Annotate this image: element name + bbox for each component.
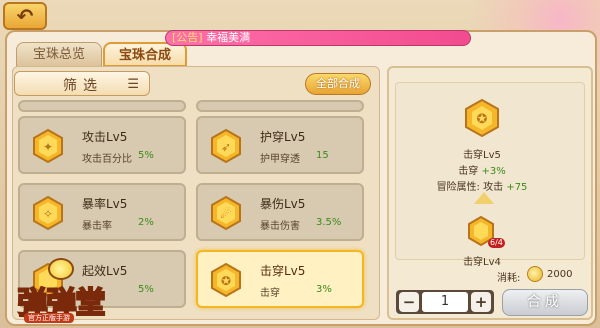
filter-label: 筛选 bbox=[63, 78, 103, 94]
adventure-value: +75 bbox=[506, 182, 528, 193]
game-logo: 弹弹堂 官方正版手游 bbox=[2, 258, 120, 326]
target-gem-stat: 击穿 +3% bbox=[432, 162, 532, 177]
target-stat-value: +3% bbox=[481, 166, 506, 177]
quantity-value[interactable]: 1 bbox=[422, 292, 468, 312]
pierce-gem-icon: ➶ bbox=[208, 128, 244, 164]
back-button[interactable]: ↶ bbox=[3, 2, 47, 30]
arrow-up-icon bbox=[474, 192, 494, 204]
gem-card[interactable]: ☄ 暴伤Lv5 暴击伤害 3.5% bbox=[196, 183, 364, 241]
gem-attr: 暴击率 bbox=[82, 221, 112, 232]
gem-value: 15 bbox=[316, 150, 329, 161]
breach-gem-icon: ✪ bbox=[208, 262, 244, 298]
announcement-text: 幸福美满 bbox=[206, 31, 251, 44]
gold-coin-icon bbox=[527, 266, 543, 282]
crit-gem-icon: ✧ bbox=[30, 195, 66, 231]
gem-value: 5% bbox=[138, 284, 154, 295]
gem-attr: 击穿 bbox=[260, 288, 280, 299]
chick-mascot-icon bbox=[48, 258, 74, 280]
source-gem-name: 击穿Lv4 bbox=[463, 257, 501, 268]
cost-value: 2000 bbox=[547, 269, 573, 280]
gem-name: 攻击Lv5 bbox=[82, 130, 128, 144]
gem-value: 3% bbox=[316, 284, 332, 295]
gem-attr: 护甲穿透 bbox=[260, 154, 300, 165]
svg-text:➶: ➶ bbox=[221, 140, 231, 154]
gem-name: 暴伤Lv5 bbox=[260, 197, 306, 211]
announcement-bar: [公告] 幸福美满 bbox=[165, 30, 471, 46]
gem-card[interactable]: ➶ 护穿Lv5 护甲穿透 15 bbox=[196, 116, 364, 174]
announcement-tag: [公告] bbox=[172, 31, 203, 44]
gem-name: 暴率Lv5 bbox=[82, 197, 128, 211]
filter-button[interactable]: 筛选 ☰ bbox=[14, 71, 150, 96]
merge-all-button[interactable]: 全部合成 bbox=[305, 73, 371, 95]
gem-name: 击穿Lv5 bbox=[260, 264, 306, 278]
list-icon: ☰ bbox=[127, 77, 139, 92]
target-gem-name: 击穿Lv5 bbox=[463, 150, 501, 161]
back-arrow-icon: ↶ bbox=[16, 4, 34, 28]
adventure-attr: 冒险属性: 攻击 +75 bbox=[417, 178, 547, 193]
source-count-badge: 6/4 bbox=[488, 238, 505, 248]
gem-card[interactable]: ✧ 暴率Lv5 暴击率 2% bbox=[18, 183, 186, 241]
plus-button[interactable]: + bbox=[471, 292, 491, 312]
minus-button[interactable]: − bbox=[399, 292, 419, 312]
gem-value: 3.5% bbox=[316, 217, 342, 228]
quantity-stepper[interactable]: − 1 + bbox=[396, 290, 494, 314]
svg-text:✧: ✧ bbox=[43, 207, 53, 221]
gem-card-selected[interactable]: ✪ 击穿Lv5 击穿 3% bbox=[196, 250, 364, 308]
merge-button[interactable]: 合成 bbox=[502, 289, 588, 316]
svg-text:✪: ✪ bbox=[221, 274, 231, 288]
gem-card-peek bbox=[18, 100, 186, 112]
target-gem-icon: ✪ bbox=[462, 98, 502, 138]
gem-card-peek bbox=[196, 100, 364, 112]
cost-label: 消耗: bbox=[497, 273, 521, 284]
gem-attr: 攻击百分比 bbox=[82, 154, 132, 165]
gem-value: 2% bbox=[138, 217, 154, 228]
tab-gem-overview[interactable]: 宝珠总览 bbox=[16, 42, 102, 67]
gem-card[interactable]: ✦ 攻击Lv5 攻击百分比 5% bbox=[18, 116, 186, 174]
sword-gem-icon: ✦ bbox=[30, 128, 66, 164]
svg-text:☄: ☄ bbox=[221, 207, 232, 221]
gem-name: 护穿Lv5 bbox=[260, 130, 306, 144]
logo-subtitle: 官方正版手游 bbox=[24, 313, 74, 323]
svg-text:✪: ✪ bbox=[477, 112, 488, 127]
svg-text:✦: ✦ bbox=[43, 140, 53, 154]
target-stat-label: 击穿 bbox=[458, 166, 479, 177]
critdmg-gem-icon: ☄ bbox=[208, 195, 244, 231]
gem-attr: 暴击伤害 bbox=[260, 221, 300, 232]
gem-value: 5% bbox=[138, 150, 154, 161]
